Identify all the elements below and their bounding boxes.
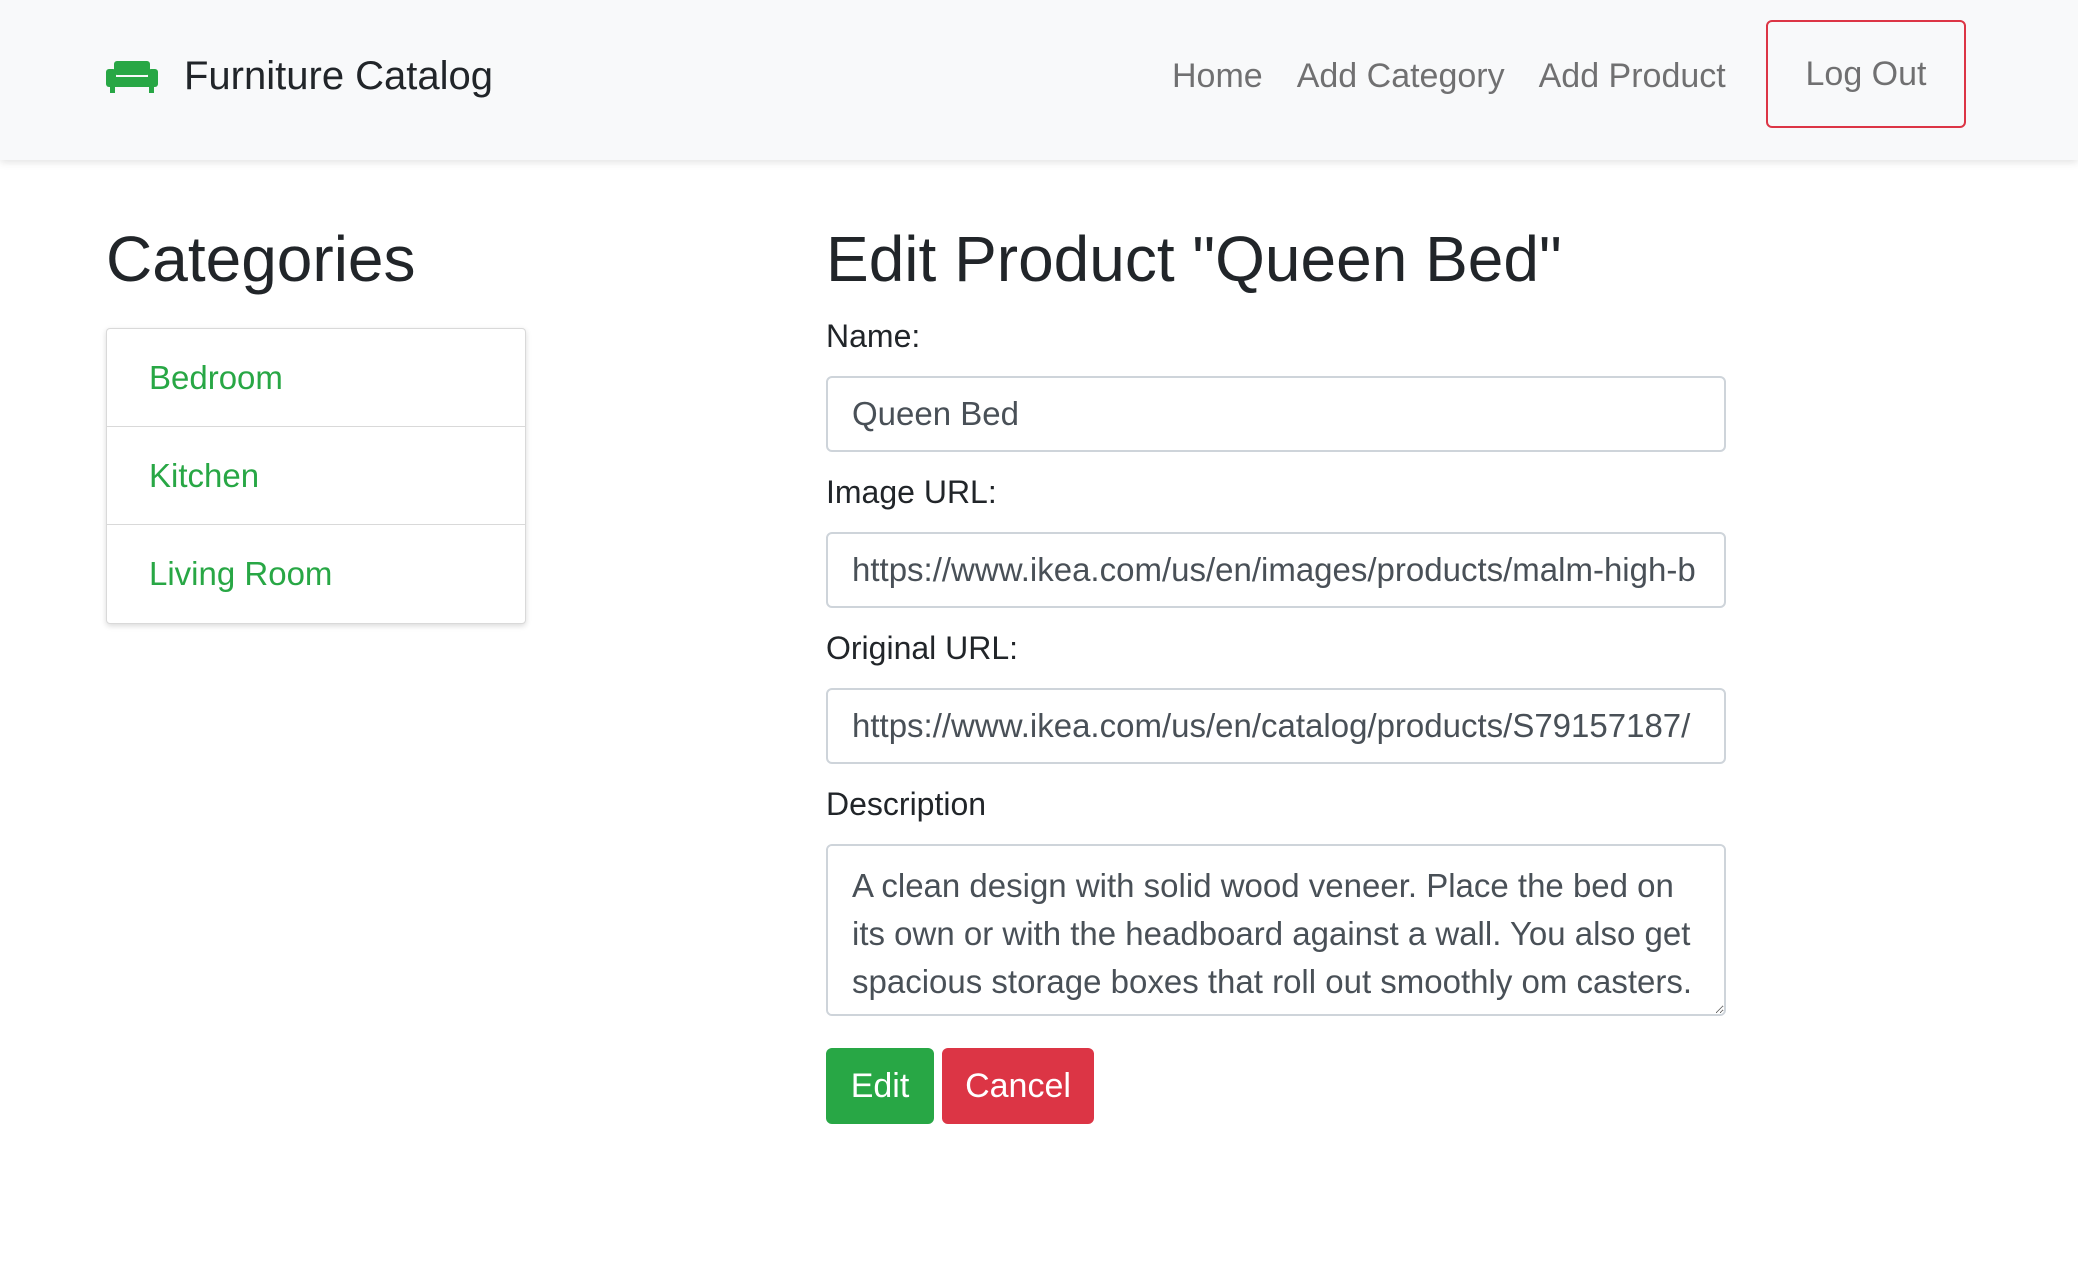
page-title: Edit Product "Queen Bed" (826, 223, 1562, 295)
categories-heading: Categories (106, 223, 416, 295)
category-list: Bedroom Kitchen Living Room (106, 328, 526, 624)
nav-link-add-product[interactable]: Add Product (1539, 57, 1726, 96)
edit-button[interactable]: Edit (826, 1048, 934, 1124)
navbar: Furniture Catalog Home Add Category Add … (0, 0, 2078, 160)
original-url-input[interactable] (826, 688, 1726, 764)
nav-links: Home Add Category Add Product (1172, 46, 1760, 106)
name-label: Name: (826, 318, 921, 354)
description-label: Description (826, 786, 987, 822)
description-textarea[interactable]: A clean design with solid wood veneer. P… (826, 844, 1726, 1016)
category-item-living-room[interactable]: Living Room (107, 525, 525, 623)
brand[interactable]: Furniture Catalog (106, 46, 493, 106)
category-item-kitchen[interactable]: Kitchen (107, 427, 525, 525)
category-item-bedroom[interactable]: Bedroom (107, 329, 525, 427)
nav-link-home[interactable]: Home (1172, 57, 1263, 96)
sofa-icon (106, 61, 158, 93)
image-url-label: Image URL: (826, 474, 997, 510)
cancel-button[interactable]: Cancel (942, 1048, 1094, 1124)
original-url-label: Original URL: (826, 630, 1019, 666)
image-url-input[interactable] (826, 532, 1726, 608)
nav-link-add-category[interactable]: Add Category (1297, 57, 1505, 96)
brand-title: Furniture Catalog (184, 53, 494, 98)
name-input[interactable] (826, 376, 1726, 452)
logout-button[interactable]: Log Out (1766, 20, 1966, 128)
